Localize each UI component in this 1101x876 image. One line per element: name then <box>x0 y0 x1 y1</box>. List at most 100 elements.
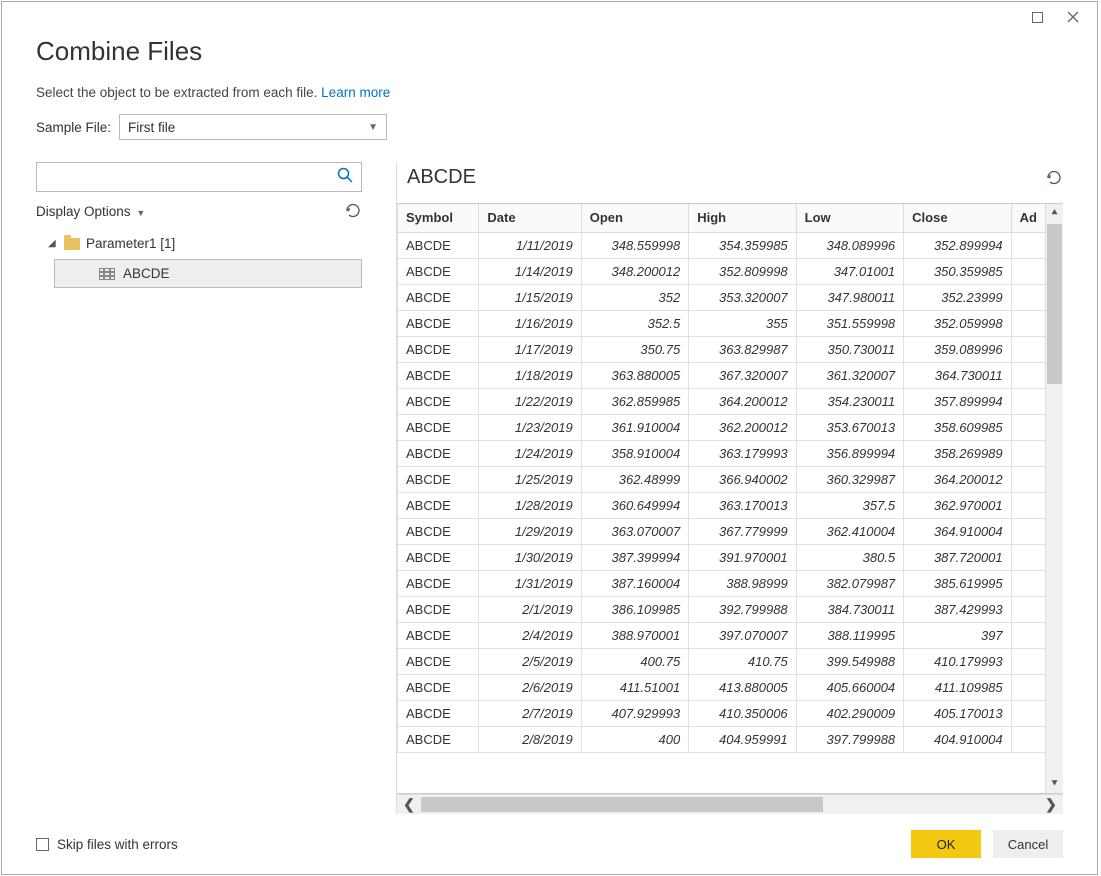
sample-file-row: Sample File: First file ▼ <box>36 114 1063 140</box>
table-cell: 405.170013 <box>904 700 1011 726</box>
table-cell: 388.119995 <box>796 622 903 648</box>
scroll-down-icon[interactable]: ⯆ <box>1046 775 1063 793</box>
scroll-thumb[interactable] <box>1047 224 1062 384</box>
table-row[interactable]: ABCDE2/8/2019400404.959991397.799988404.… <box>398 726 1046 752</box>
vertical-scrollbar[interactable]: ⯅ ⯆ <box>1045 204 1063 793</box>
navigator-tree: ◢ Parameter1 [1] ABCDE <box>36 230 362 288</box>
tree-folder[interactable]: ◢ Parameter1 [1] <box>36 230 362 257</box>
table-cell: 397.070007 <box>689 622 796 648</box>
cancel-button[interactable]: Cancel <box>993 830 1063 858</box>
preview-header: ABCDE <box>397 162 1063 203</box>
column-header[interactable]: High <box>689 204 796 232</box>
table-cell: 367.320007 <box>689 362 796 388</box>
skip-errors-checkbox[interactable]: Skip files with errors <box>36 837 178 852</box>
table-row[interactable]: ABCDE2/1/2019386.109985392.799988384.730… <box>398 596 1046 622</box>
table-row[interactable]: ABCDE1/18/2019363.880005367.320007361.32… <box>398 362 1046 388</box>
table-cell <box>1011 362 1045 388</box>
table-row[interactable]: ABCDE2/4/2019388.970001397.070007388.119… <box>398 622 1046 648</box>
ok-button[interactable]: OK <box>911 830 981 858</box>
sample-file-dropdown[interactable]: First file ▼ <box>119 114 387 140</box>
collapse-icon[interactable]: ◢ <box>48 238 58 249</box>
table-cell: 1/18/2019 <box>479 362 581 388</box>
table-row[interactable]: ABCDE1/24/2019358.910004363.179993356.89… <box>398 440 1046 466</box>
table-row[interactable]: ABCDE1/25/2019362.48999366.940002360.329… <box>398 466 1046 492</box>
main-content: Display Options ▼ ◢ Parameter1 [1] <box>2 162 1097 814</box>
table-row[interactable]: ABCDE1/17/2019350.75363.829987350.730011… <box>398 336 1046 362</box>
table-row[interactable]: ABCDE1/29/2019363.070007367.779999362.41… <box>398 518 1046 544</box>
column-header[interactable]: Open <box>581 204 688 232</box>
table-row[interactable]: ABCDE1/31/2019387.160004388.98999382.079… <box>398 570 1046 596</box>
table-cell <box>1011 466 1045 492</box>
table-cell: 350.730011 <box>796 336 903 362</box>
column-header[interactable]: Low <box>796 204 903 232</box>
table-row[interactable]: ABCDE1/30/2019387.399994391.970001380.53… <box>398 544 1046 570</box>
column-header[interactable]: Symbol <box>398 204 479 232</box>
table-row[interactable]: ABCDE1/28/2019360.649994363.170013357.53… <box>398 492 1046 518</box>
table-row[interactable]: ABCDE1/23/2019361.910004362.200012353.67… <box>398 414 1046 440</box>
table-cell: 363.880005 <box>581 362 688 388</box>
column-header[interactable]: Ad <box>1011 204 1045 232</box>
close-button[interactable] <box>1057 5 1089 29</box>
table-cell: 2/6/2019 <box>479 674 581 700</box>
close-icon <box>1067 11 1079 23</box>
table-cell: 410.75 <box>689 648 796 674</box>
table-row[interactable]: ABCDE2/7/2019407.929993410.350006402.290… <box>398 700 1046 726</box>
table-cell: 1/11/2019 <box>479 232 581 258</box>
table-row[interactable]: ABCDE2/5/2019400.75410.75399.549988410.1… <box>398 648 1046 674</box>
table-cell: 402.290009 <box>796 700 903 726</box>
column-header[interactable]: Date <box>479 204 581 232</box>
table-cell: 404.910004 <box>904 726 1011 752</box>
table-row[interactable]: ABCDE1/16/2019352.5355351.559998352.0599… <box>398 310 1046 336</box>
table-cell: 407.929993 <box>581 700 688 726</box>
table-cell: ABCDE <box>398 388 479 414</box>
table-cell: 397.799988 <box>796 726 903 752</box>
folder-icon <box>64 238 80 250</box>
preview-refresh-button[interactable] <box>1045 169 1063 187</box>
table-cell <box>1011 674 1045 700</box>
table-cell: 362.410004 <box>796 518 903 544</box>
table-cell <box>1011 700 1045 726</box>
search-icon[interactable] <box>333 167 357 188</box>
chevron-down-icon: ▼ <box>368 122 378 133</box>
dialog-title: Combine Files <box>36 36 1063 67</box>
table-cell: 404.959991 <box>689 726 796 752</box>
table-cell: 353.670013 <box>796 414 903 440</box>
display-options-dropdown[interactable]: Display Options ▼ <box>36 204 145 219</box>
table-cell: 362.970001 <box>904 492 1011 518</box>
table-row[interactable]: ABCDE1/15/2019352353.320007347.980011352… <box>398 284 1046 310</box>
table-cell: 350.359985 <box>904 258 1011 284</box>
tree-item-label: ABCDE <box>123 266 170 281</box>
table-cell: ABCDE <box>398 232 479 258</box>
table-cell: 353.320007 <box>689 284 796 310</box>
maximize-button[interactable] <box>1021 5 1053 29</box>
hscroll-thumb[interactable] <box>421 797 823 812</box>
scroll-up-icon[interactable]: ⯅ <box>1046 204 1063 222</box>
table-cell: 2/5/2019 <box>479 648 581 674</box>
learn-more-link[interactable]: Learn more <box>321 85 390 100</box>
search-box[interactable] <box>36 162 362 192</box>
horizontal-scrollbar[interactable]: ❮ ❯ <box>397 794 1063 814</box>
table-cell: 363.070007 <box>581 518 688 544</box>
checkbox-box[interactable] <box>36 838 49 851</box>
table-cell: 2/8/2019 <box>479 726 581 752</box>
table-row[interactable]: ABCDE1/22/2019362.859985364.200012354.23… <box>398 388 1046 414</box>
tree-item-selected[interactable]: ABCDE <box>54 259 362 288</box>
scroll-right-icon[interactable]: ❯ <box>1039 795 1063 814</box>
table-row[interactable]: ABCDE1/11/2019348.559998354.359985348.08… <box>398 232 1046 258</box>
table-row[interactable]: ABCDE1/14/2019348.200012352.809998347.01… <box>398 258 1046 284</box>
table-cell: 1/24/2019 <box>479 440 581 466</box>
table-row[interactable]: ABCDE2/6/2019411.51001413.880005405.6600… <box>398 674 1046 700</box>
table-cell: ABCDE <box>398 726 479 752</box>
table-cell: 388.98999 <box>689 570 796 596</box>
grid-body[interactable]: SymbolDateOpenHighLowCloseAd ABCDE1/11/2… <box>397 204 1045 793</box>
refresh-button[interactable] <box>344 202 362 220</box>
table-cell: ABCDE <box>398 518 479 544</box>
table-cell <box>1011 388 1045 414</box>
hscroll-track[interactable] <box>421 795 1039 814</box>
column-header[interactable]: Close <box>904 204 1011 232</box>
table-cell: 1/29/2019 <box>479 518 581 544</box>
table-cell: ABCDE <box>398 440 479 466</box>
table-cell: 367.779999 <box>689 518 796 544</box>
search-input[interactable] <box>45 169 333 186</box>
scroll-left-icon[interactable]: ❮ <box>397 795 421 814</box>
